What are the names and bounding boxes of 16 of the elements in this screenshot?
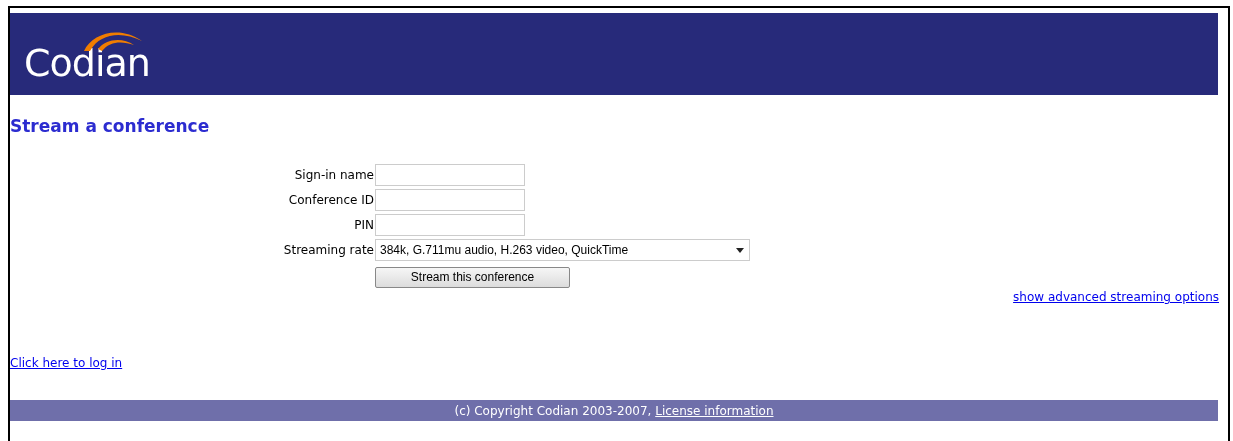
caret-icon [736,247,744,253]
login-link[interactable]: Click here to log in [10,356,123,370]
input-field[interactable] [375,214,525,236]
copyright-text: (c) Copyright Codian 2003-2007, [454,403,652,418]
streaming-rate-dropdown[interactable]: 384k, G.711mu audio, H.263 video, QuickTime [375,239,750,261]
license-link[interactable]: License information [655,403,774,418]
page-title: Stream a conference [10,115,211,137]
input-field[interactable] [375,164,525,186]
field-label: Streaming rate [282,243,375,257]
field-label: Conference ID [287,193,375,207]
logo-text: Codian [24,41,150,85]
field-label: Sign-in name [293,168,375,182]
field-label: PIN [353,218,375,232]
input-field[interactable] [375,189,525,211]
stream-button[interactable]: Stream this conference [375,266,570,288]
advanced-options-link[interactable]: show advanced streaming options [1013,290,1219,304]
